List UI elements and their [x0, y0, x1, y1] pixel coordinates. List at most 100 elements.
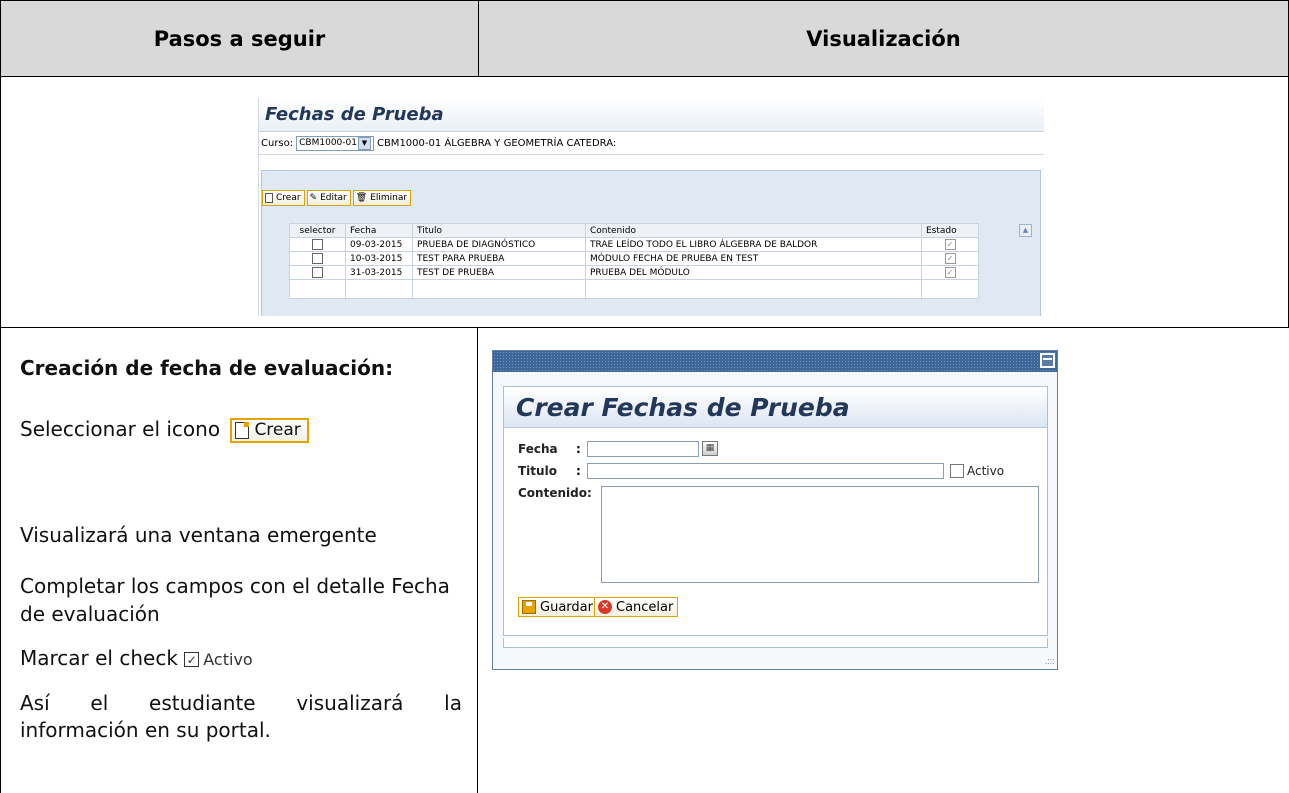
cancel-icon: ✕	[598, 600, 612, 614]
column-header-titulo[interactable]: Titulo	[412, 223, 586, 238]
cancelar-label: Cancelar	[616, 599, 674, 615]
checkbox-icon[interactable]	[312, 267, 323, 278]
popup-title-bar[interactable]	[493, 351, 1057, 372]
contenido-label: Contenido:	[518, 486, 592, 500]
header-steps: Pasos a seguir	[0, 0, 478, 77]
course-label: Curso:	[261, 137, 294, 149]
crear-form-title: Crear Fechas de Prueba	[516, 392, 850, 422]
chevron-down-icon[interactable]: ▼	[357, 136, 371, 150]
crear-button-label: Crear	[276, 193, 301, 203]
guardar-button[interactable]: Guardar	[518, 597, 598, 617]
titulo-label: Titulo	[518, 464, 557, 478]
cell-fecha: 10-03-2015	[345, 251, 413, 266]
empty-cell	[289, 279, 346, 299]
cell-contenido: MÓDULO FECHA DE PRUEBA EN TEST	[585, 251, 922, 266]
checked-icon: ✓	[944, 253, 956, 264]
column-header-selector[interactable]: selector	[289, 223, 346, 238]
empty-cell	[921, 279, 979, 299]
new-document-icon	[265, 193, 273, 203]
checkbox-icon[interactable]	[312, 253, 323, 264]
checked-icon: ✓	[944, 267, 956, 278]
titulo-colon: :	[576, 464, 581, 478]
instructions-popup: Visualizará una ventana emergente	[20, 523, 377, 547]
cancelar-button[interactable]: ✕ Cancelar	[594, 597, 679, 617]
column-header-fecha[interactable]: Fecha	[345, 223, 413, 238]
fechas-toolbar: Crear ✎ Editar 🗑 Eliminar	[262, 190, 412, 206]
fechas-panel: Crear ✎ Editar 🗑 Eliminar selector Fecha…	[261, 170, 1041, 316]
table-row-empty	[289, 279, 979, 299]
cell-titulo: PRUEBA DE DIAGNÓSTICO	[412, 237, 586, 252]
empty-cell	[412, 279, 586, 299]
maximize-icon[interactable]	[1040, 353, 1055, 368]
table-row[interactable]: 31-03-2015 TEST DE PRUEBA PRUEBA DEL MÓD…	[289, 265, 979, 280]
cell-estado: ✓	[921, 265, 979, 280]
cell-titulo: TEST PARA PRUEBA	[412, 251, 586, 266]
edit-icon: ✎	[309, 193, 318, 203]
checked-icon: ✓	[944, 239, 956, 250]
cell-contenido: TRAE LEÍDO TODO EL LIBRO ÁLGEBRA DE BALD…	[585, 237, 922, 252]
eliminar-button-label: Eliminar	[370, 193, 408, 203]
save-icon	[522, 600, 536, 614]
header-visualization: Visualización	[478, 0, 1289, 77]
table-row[interactable]: 10-03-2015 TEST PARA PRUEBA MÓDULO FECHA…	[289, 251, 979, 266]
column-header-estado[interactable]: Estado	[921, 223, 979, 238]
cell-fecha: 09-03-2015	[345, 237, 413, 252]
fechas-title-bar: Fechas de Prueba	[259, 98, 1044, 132]
scroll-up-icon[interactable]: ▲	[1019, 224, 1032, 237]
fechas-table: selector Fecha Titulo Contenido Estado 0…	[289, 223, 979, 299]
cell-estado: ✓	[921, 237, 979, 252]
instructions-mark-check: Marcar el check ✓ Activo	[20, 646, 253, 672]
active-check-illustration: ✓ Activo	[184, 647, 253, 672]
visualization-heading: Visualización	[806, 26, 961, 51]
activo-label: Activo	[967, 464, 1005, 478]
cell-estado: ✓	[921, 251, 979, 266]
crear-form: Crear Fechas de Prueba Fecha : ▦ Titulo …	[503, 386, 1048, 636]
trash-icon: 🗑	[355, 193, 368, 203]
fecha-colon: :	[576, 442, 581, 456]
steps-heading: Pasos a seguir	[153, 26, 326, 51]
row-selector[interactable]	[289, 237, 346, 252]
instructions-title: Creación de fecha de evaluación:	[20, 356, 394, 380]
activo-checkbox[interactable]: Activo	[950, 464, 1004, 478]
course-code: CBM1000-01	[299, 138, 357, 148]
cell-fecha: 31-03-2015	[345, 265, 413, 280]
calendar-icon[interactable]: ▦	[702, 441, 718, 456]
guardar-label: Guardar	[540, 599, 593, 615]
checkbox-icon[interactable]	[950, 464, 964, 478]
crear-form-title-bar: Crear Fechas de Prueba	[504, 387, 1047, 428]
fecha-input[interactable]	[587, 441, 699, 457]
column-header-contenido[interactable]: Contenido	[585, 223, 922, 238]
crear-button[interactable]: Crear	[262, 190, 305, 206]
instructions-select-icon: Seleccionar el icono Crear	[20, 417, 309, 443]
resize-grip-icon[interactable]: .:::	[1045, 656, 1055, 667]
course-select[interactable]: CBM1000-01 ▼	[296, 135, 374, 151]
eliminar-button[interactable]: 🗑 Eliminar	[352, 190, 412, 206]
fechas-de-prueba-screen: Fechas de Prueba Curso: CBM1000-01 ▼ CBM…	[258, 98, 1044, 316]
crear-label: Crear	[254, 420, 301, 440]
table-header-row: selector Fecha Titulo Contenido Estado	[289, 223, 979, 238]
active-label: Activo	[203, 650, 253, 669]
instructions-complete: Completar los campos con el detalle Fech…	[20, 574, 450, 626]
new-document-icon	[235, 422, 250, 439]
mark-check-text: Marcar el check	[20, 646, 178, 670]
empty-cell	[585, 279, 922, 299]
cell-contenido: PRUEBA DEL MÓDULO	[585, 265, 922, 280]
select-icon-text: Seleccionar el icono	[20, 417, 221, 441]
table-row[interactable]: 09-03-2015 PRUEBA DE DIAGNÓSTICO TRAE LE…	[289, 237, 979, 252]
editar-button-label: Editar	[320, 193, 347, 203]
course-name: CBM1000-01 ÁLGEBRA Y GEOMETRÍA CATEDRA:	[376, 137, 617, 149]
instructions-student-line1: Así el estudiante visualizará la	[20, 691, 462, 715]
checkbox-icon[interactable]	[312, 239, 323, 250]
course-row: Curso: CBM1000-01 ▼ CBM1000-01 ÁLGEBRA Y…	[259, 132, 1044, 155]
cell-titulo: TEST DE PRUEBA	[412, 265, 586, 280]
checked-icon: ✓	[184, 652, 200, 667]
editar-button[interactable]: ✎ Editar	[306, 190, 351, 206]
empty-cell	[345, 279, 413, 299]
form-footer	[503, 638, 1048, 648]
crear-button-illustration: Crear	[230, 418, 309, 443]
row-selector[interactable]	[289, 265, 346, 280]
fecha-label: Fecha	[518, 442, 558, 456]
titulo-input[interactable]	[587, 463, 944, 479]
contenido-textarea[interactable]	[601, 486, 1039, 583]
row-selector[interactable]	[289, 251, 346, 266]
